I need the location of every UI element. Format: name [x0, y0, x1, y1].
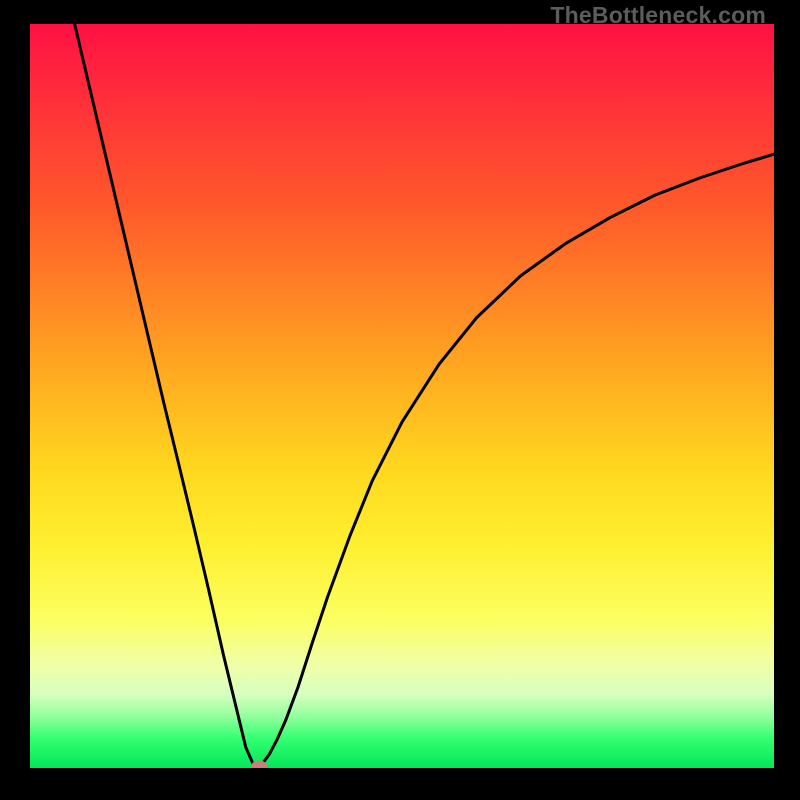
bottleneck-curve — [75, 24, 774, 767]
minimum-marker — [251, 761, 267, 768]
chart-frame: TheBottleneck.com — [0, 0, 800, 800]
plot-area — [30, 24, 774, 768]
curve-svg — [30, 24, 774, 768]
watermark-text: TheBottleneck.com — [550, 2, 766, 29]
